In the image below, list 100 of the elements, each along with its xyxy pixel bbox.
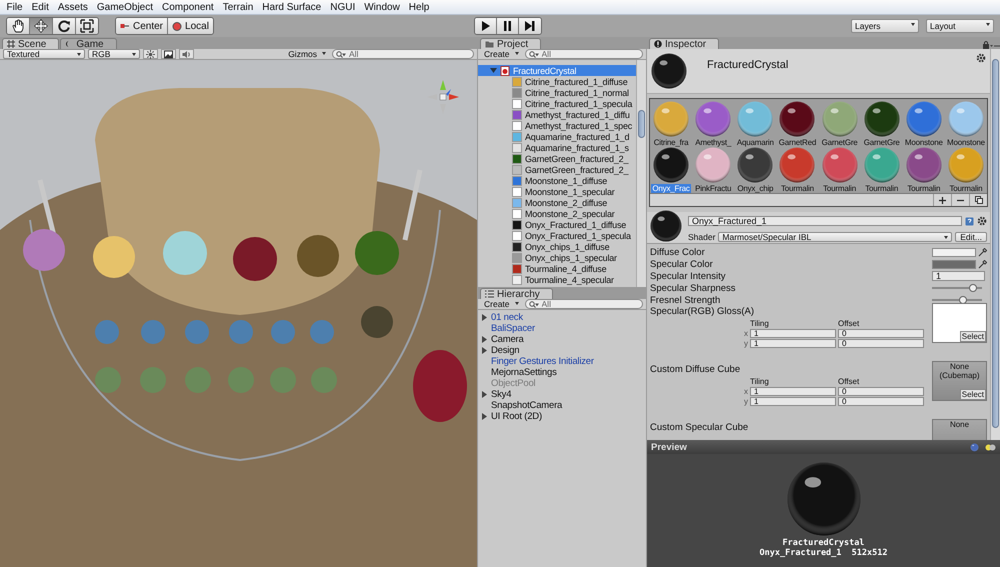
search-field[interactable]: All (524, 299, 643, 309)
layers-dropdown[interactable]: Layers (851, 19, 919, 33)
material-name[interactable]: GarnetGre (820, 138, 859, 147)
material-name[interactable]: Citrine_fra (652, 138, 690, 147)
project-item[interactable]: Aquamarine_fractured_1_d (478, 131, 636, 142)
play-button[interactable] (474, 18, 497, 34)
material-name[interactable]: Tourmalin (822, 184, 857, 193)
material-name[interactable]: Moonstone (946, 138, 986, 147)
project-item[interactable]: Amethyst_fractured_1_spec (478, 120, 636, 131)
menu-item[interactable]: NGUI (326, 2, 360, 12)
material-sphere-icon[interactable] (779, 101, 816, 137)
offset-field[interactable]: 0 (838, 397, 924, 406)
hierarchy-item[interactable]: SnapshotCamera (478, 400, 646, 411)
layout-dropdown[interactable]: Layout (926, 19, 994, 33)
material-sphere-icon[interactable] (737, 101, 774, 137)
texture-slot[interactable]: Select (932, 303, 987, 343)
tiling-field[interactable]: 1 (750, 329, 836, 338)
cubemap-slot[interactable]: None (932, 419, 987, 440)
project-item[interactable]: Citrine_fractured_1_diffuse (478, 76, 636, 87)
panel-tab[interactable]: Project (480, 38, 542, 49)
material-sphere-icon[interactable] (822, 101, 858, 137)
space-toggle-button[interactable]: Local (168, 18, 213, 34)
scene-image-toggle[interactable] (161, 49, 176, 59)
lighting-toggle[interactable] (143, 49, 158, 59)
hierarchy-item[interactable]: 01 neck (478, 312, 646, 323)
hierarchy-item[interactable]: UI Root (2D) (478, 411, 646, 422)
material-sphere-icon[interactable] (653, 101, 690, 137)
project-item[interactable]: Onyx_Fractured_1_specula (478, 230, 636, 241)
menu-item[interactable]: GameObject (92, 2, 158, 12)
move-tool-button[interactable] (30, 18, 53, 34)
shader-dropdown[interactable]: Marmoset/Specular IBL (718, 232, 952, 242)
color-field[interactable] (932, 248, 976, 256)
pause-button[interactable] (496, 18, 519, 34)
offset-field[interactable]: 0 (838, 329, 924, 338)
project-item[interactable]: Amethyst_fractured_1_diffu (478, 109, 636, 120)
settings-icon[interactable] (977, 216, 987, 226)
preview-sphere-icon[interactable] (970, 442, 979, 452)
material-name[interactable]: Tourmalin (780, 184, 815, 193)
rotate-tool-button[interactable] (53, 18, 76, 34)
hierarchy-item[interactable]: Design (478, 345, 646, 356)
pivot-toggle-button[interactable]: Center (116, 18, 168, 34)
color-field[interactable] (932, 260, 976, 268)
project-item[interactable]: Aquamarine_fractured_1_s (478, 142, 636, 153)
search-field[interactable]: All (524, 49, 643, 59)
project-item[interactable]: Moonstone_2_diffuse (478, 197, 636, 208)
panel-tab[interactable]: Inspector (649, 38, 720, 49)
hand-tool-button[interactable] (7, 18, 30, 34)
offset-field[interactable]: 0 (838, 387, 924, 396)
material-sphere-icon[interactable] (737, 147, 774, 183)
project-item[interactable]: Moonstone_1_diffuse (478, 175, 636, 186)
offset-field[interactable]: 0 (838, 339, 924, 348)
create-dropdown[interactable]: Create (481, 49, 522, 59)
panel-tab[interactable]: Scene (2, 38, 60, 49)
material-name[interactable]: Tourmalin (864, 184, 900, 193)
project-item[interactable]: Moonstone_2_specular (478, 208, 636, 219)
tiling-field[interactable]: 1 (750, 397, 836, 406)
project-item[interactable]: Tourmaline_4_diffuse (478, 263, 636, 274)
hierarchy-item[interactable]: Camera (478, 334, 646, 345)
eyedropper-icon[interactable] (978, 260, 987, 268)
project-item[interactable]: GarnetGreen_fractured_2_ (478, 164, 636, 175)
gizmos-dropdown[interactable]: Gizmos (285, 49, 329, 59)
project-item[interactable]: GarnetGreen_fractured_2_ (478, 153, 636, 164)
material-sphere-icon[interactable] (653, 147, 690, 183)
menu-item[interactable]: Assets (53, 2, 92, 12)
material-sphere-icon[interactable] (906, 147, 942, 183)
material-name[interactable]: Onyx_chip (736, 184, 774, 193)
search-field[interactable]: All (332, 49, 474, 59)
menu-item[interactable]: Window (360, 2, 404, 12)
panel-tab[interactable]: Hierarchy (480, 288, 553, 299)
project-item[interactable]: Onyx_chips_1_diffuse (478, 241, 636, 252)
project-item[interactable]: Citrine_fractured_1_specula (478, 98, 636, 109)
hierarchy-item[interactable]: Sky4 (478, 389, 646, 400)
menu-item[interactable]: Help (404, 2, 434, 12)
number-field[interactable]: 1 (932, 271, 985, 281)
material-sphere-icon[interactable] (906, 101, 942, 137)
material-sphere-icon[interactable] (822, 147, 858, 183)
project-item[interactable]: Tourmaline_4_specular (478, 274, 636, 285)
project-item[interactable]: Onyx_Fractured_1_diffuse (478, 219, 636, 230)
material-name[interactable]: Tourmalin (906, 184, 942, 193)
audio-toggle[interactable] (179, 49, 194, 59)
help-icon[interactable] (965, 216, 974, 226)
menu-item[interactable]: Hard Surface (258, 2, 326, 12)
material-name[interactable]: Moonstone (904, 138, 944, 147)
material-name[interactable]: PinkFractu (694, 184, 732, 193)
material-sphere-icon[interactable] (779, 147, 816, 183)
scrollbar[interactable] (990, 49, 1000, 440)
create-dropdown[interactable]: Create (481, 299, 522, 309)
lights-icon[interactable] (985, 442, 996, 452)
hierarchy-item[interactable]: MejornaSettings (478, 367, 646, 378)
project-item[interactable]: Citrine_fractured_1_normal (478, 87, 636, 98)
material-name[interactable]: GarnetGre (862, 138, 901, 147)
name-field[interactable]: Onyx_Fractured_1 (688, 216, 962, 226)
menu-item[interactable]: File (2, 2, 28, 12)
scrollbar[interactable] (636, 60, 646, 287)
panel-tab[interactable]: Game (60, 38, 117, 49)
material-name[interactable]: Onyx_Frac (651, 184, 691, 193)
settings-icon[interactable] (976, 53, 986, 63)
select-button[interactable]: Select (960, 331, 986, 342)
material-sphere-icon[interactable] (948, 147, 984, 183)
slider-thumb[interactable] (969, 284, 977, 292)
